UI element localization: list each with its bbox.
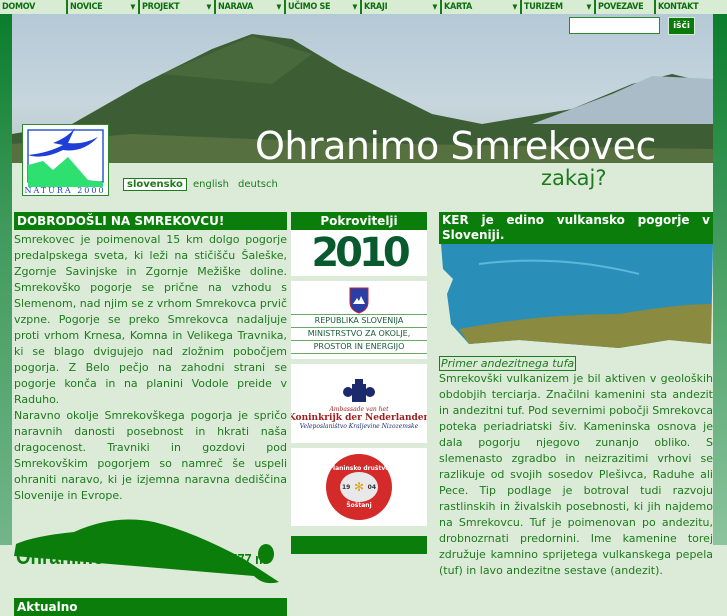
dropdown-arrow-icon: ▼ [352,3,357,11]
nav-novice[interactable]: NOVICE ▼ [68,0,140,14]
sponsor-ministry[interactable]: REPUBLIKA SLOVENIJA MINISTRSTVO ZA OKOLJ… [291,281,427,359]
dropdown-arrow-icon: ▼ [130,3,135,11]
nav-label: TURIZEM [524,2,563,12]
nav-kraji[interactable]: KRAJI ▼ [362,0,442,14]
zakaj-link[interactable]: zakaj? [541,166,607,190]
nav-label: UČIMO SE [288,2,331,12]
search-input[interactable] [569,17,660,34]
dropdown-arrow-icon: ▼ [276,3,281,11]
geology-text: Smrekovški vulkanizem je bil aktiven v g… [439,372,713,577]
welcome-text-2: Naravno okolje Smrekovškega pogorja je s… [14,409,287,502]
nav-label: DOMOV [2,2,36,12]
pd-place: Šoštanj [346,502,372,509]
nav-domov[interactable]: DOMOV [0,0,68,14]
nav-label: POVEZAVE [598,2,644,12]
nav-label: KONTAKT [658,2,699,12]
pd-name: Planinsko društvo [328,465,390,472]
sponsors-column: Pokrovitelji 2010 REPUBLIKA SLOVENIJA MI… [291,212,427,554]
banner-height: 1.577 m [219,551,267,568]
netherlands-small: Ambassade van het [329,405,389,413]
netherlands-coat-of-arms-icon [343,378,375,402]
nav-projekt[interactable]: PROJEKT ▼ [140,0,216,14]
header-banner: Ohranimo Smrekovec [12,14,713,163]
nav-label: KRAJI [364,2,388,12]
pd-year-a: 19 [342,483,351,491]
sponsor-planinsko-drustvo[interactable]: Planinsko društvo 19 ✻ 04 Šoštanj [291,448,427,526]
logo-text: NATURA 2000 [24,186,105,195]
left-border [0,14,12,545]
dropdown-arrow-icon: ▼ [432,3,437,11]
nav-label: KARTA [444,2,472,12]
nav-karta[interactable]: KARTA ▼ [442,0,522,14]
dropdown-arrow-icon: ▼ [586,3,591,11]
ministry-line: MINISTRSTVO ZA OKOLJE, [291,327,427,340]
dropdown-arrow-icon: ▼ [512,3,517,11]
dropdown-arrow-icon: ▼ [206,3,211,11]
nav-povezave[interactable]: POVEZAVE [596,0,656,14]
sponsor-netherlands[interactable]: Ambassade van het Koninkrijk der Nederla… [291,364,427,443]
banner-title: Ohranimo Smrekovec, [16,544,215,569]
welcome-heading: DOBRODOŠLI NA SMREKOVCU! [14,212,287,230]
lang-slovensko[interactable]: slovensko [123,178,187,191]
welcome-text-1: Smrekovec je poimenoval 15 km dolgo pogo… [14,233,287,406]
nav-ucimo-se[interactable]: UČIMO SE ▼ [286,0,362,14]
andesite-tuff-photo [441,244,713,348]
lang-english[interactable]: english [193,179,229,190]
nav-narava[interactable]: NARAVA ▼ [216,0,286,14]
welcome-column: DOBRODOŠLI NA SMREKOVCU! Smrekovec je po… [14,212,287,616]
ohranimo-banner[interactable]: Ohranimo Smrekovec, 1.577 m [14,514,287,594]
edelweiss-icon: ✻ [353,480,365,494]
sponsor-2010[interactable]: 2010 [291,230,427,276]
photo-caption: Primer andezitnega tufa [439,356,577,371]
netherlands-sub: Veleposlaništvo Kraljevine Nizozemske [299,422,419,430]
geology-heading: KER je edino vulkansko pogorje v Sloveni… [439,212,713,244]
sponsors-heading: Pokrovitelji [291,212,427,230]
nav-turizem[interactable]: TURIZEM ▼ [522,0,596,14]
netherlands-name: Koninkrijk der Nederlanden [291,412,427,423]
lang-deutsch[interactable]: deutsch [238,179,278,190]
ministry-line: PROSTOR IN ENERGIJO [291,340,427,354]
nav-label: PROJEKT [142,2,180,12]
search-button[interactable]: išči [668,17,695,35]
next-heading [291,536,427,554]
main-nav: DOMOV NOVICE ▼ PROJEKT ▼ NARAVA ▼ UČIMO SE ▼… [0,0,727,14]
geology-column: KER je edino vulkansko pogorje v Sloveni… [439,212,713,579]
site-title: Ohranimo Smrekovec [255,124,656,163]
sponsor-2010-text: 2010 [311,230,410,276]
nav-label: NOVICE [70,2,103,12]
ministry-line: REPUBLIKA SLOVENIJA [314,316,404,325]
slovenia-coat-of-arms-icon [349,287,369,314]
nav-label: NARAVA [218,2,254,12]
nav-kontakt[interactable]: KONTAKT [656,0,727,14]
right-border [713,14,727,545]
news-heading: Aktualno [14,598,287,616]
pd-year-b: 04 [367,483,376,491]
natura-2000-logo: NATURA 2000 [22,124,109,196]
